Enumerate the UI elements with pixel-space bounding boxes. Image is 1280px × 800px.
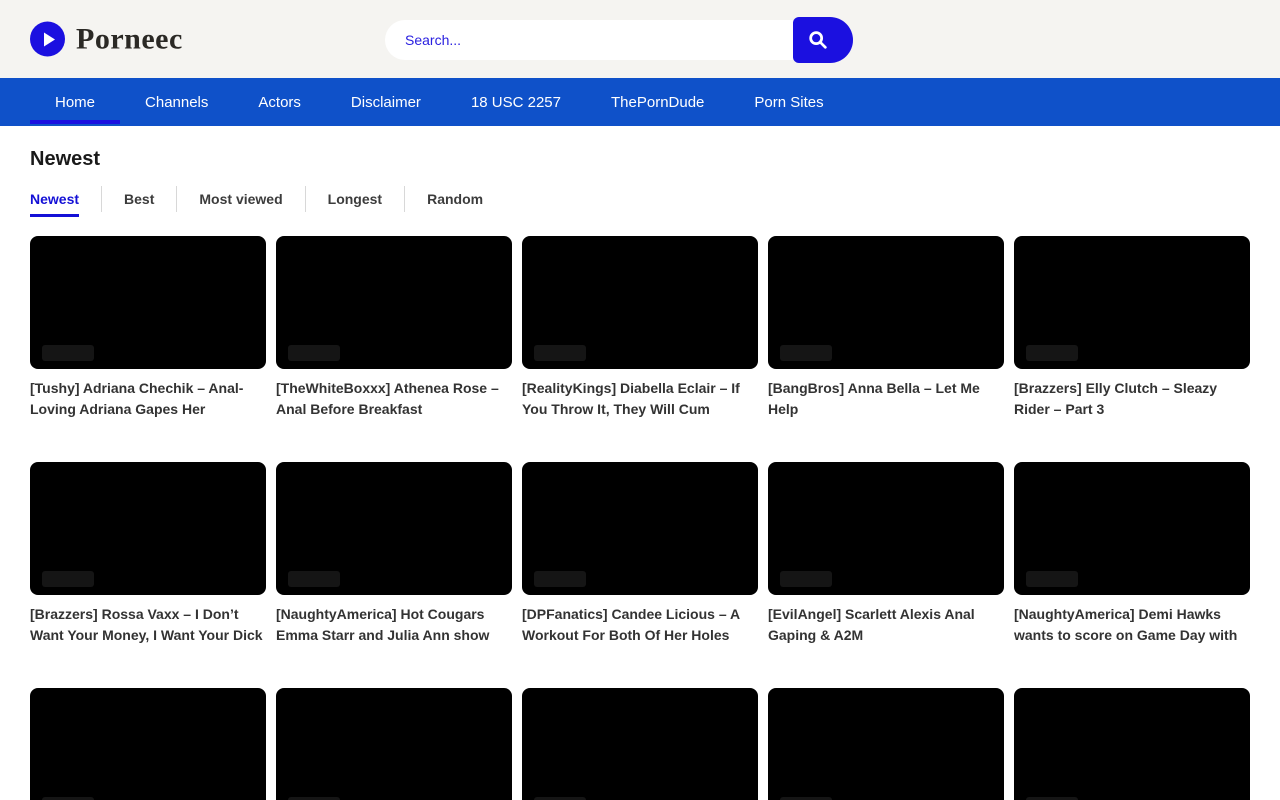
tab-label: Random [427,191,483,208]
video-thumbnail[interactable] [30,462,266,595]
video-card[interactable]: [RealityKings] Diabella Eclair – If You … [522,236,758,420]
main-nav: Home Channels Actors Disclaimer 18 USC 2… [0,78,1280,126]
video-card[interactable]: [Brazzers] Rossa Vaxx – I Don’t Want You… [30,462,266,646]
nav-item-porn-sites[interactable]: Porn Sites [729,78,848,126]
nav-item-18-usc-2257[interactable]: 18 USC 2257 [446,78,586,126]
video-thumbnail[interactable] [276,462,512,595]
tab-label: Newest [30,191,79,217]
video-card[interactable]: [EvilAngel] Scarlett Alexis Anal Gaping … [768,462,1004,646]
duration-badge [534,345,586,361]
video-title[interactable]: [Brazzers] Elly Clutch – Sleazy Rider – … [1014,378,1250,420]
video-card[interactable]: [DPFanatics] Candee Licious – A Workout … [522,462,758,646]
search-button[interactable] [793,17,853,63]
video-thumbnail[interactable] [276,688,512,800]
video-title[interactable]: [TheWhiteBoxxx] Athenea Rose – Anal Befo… [276,378,512,420]
video-card[interactable] [30,688,266,800]
tab-random[interactable]: Random [404,186,505,212]
video-thumbnail[interactable] [30,236,266,369]
page-title: Newest [30,148,1250,171]
duration-badge [1026,571,1078,587]
main-content: Newest Newest Best Most viewed Longest R… [0,148,1280,800]
duration-badge [288,571,340,587]
video-title[interactable]: [DPFanatics] Candee Licious – A Workout … [522,604,758,646]
video-title[interactable]: [BangBros] Anna Bella – Let Me Help [768,378,1004,420]
tab-best[interactable]: Best [101,186,176,212]
brand-logo[interactable]: Porneec [30,22,183,57]
video-thumbnail[interactable] [1014,236,1250,369]
video-thumbnail[interactable] [522,688,758,800]
nav-item-channels[interactable]: Channels [120,78,233,126]
tab-label: Most viewed [199,191,282,208]
video-card[interactable] [522,688,758,800]
video-card[interactable] [1014,688,1250,800]
video-card[interactable] [768,688,1004,800]
tab-newest[interactable]: Newest [30,186,101,212]
nav-item-home[interactable]: Home [30,78,120,126]
nav-item-theporndude[interactable]: ThePornDude [586,78,729,126]
video-grid: [Tushy] Adriana Chechik – Anal-Loving Ad… [30,236,1250,800]
tab-most-viewed[interactable]: Most viewed [176,186,304,212]
video-card[interactable]: [NaughtyAmerica] Demi Hawks wants to sco… [1014,462,1250,646]
video-thumbnail[interactable] [1014,462,1250,595]
search-icon [807,29,829,51]
duration-badge [42,345,94,361]
tab-label: Best [124,191,154,208]
nav-item-actors[interactable]: Actors [233,78,326,126]
duration-badge [288,345,340,361]
video-card[interactable]: [BangBros] Anna Bella – Let Me Help [768,236,1004,420]
video-title[interactable]: [RealityKings] Diabella Eclair – If You … [522,378,758,420]
video-thumbnail[interactable] [768,236,1004,369]
brand-name: Porneec [76,22,183,56]
video-card[interactable]: [TheWhiteBoxxx] Athenea Rose – Anal Befo… [276,236,512,420]
video-title[interactable]: [EvilAngel] Scarlett Alexis Anal Gaping … [768,604,1004,646]
play-icon [30,22,65,57]
video-thumbnail[interactable] [1014,688,1250,800]
duration-badge [534,571,586,587]
video-thumbnail[interactable] [768,462,1004,595]
tab-label: Longest [328,191,382,208]
search-input[interactable] [385,20,793,60]
video-card[interactable]: [Tushy] Adriana Chechik – Anal-Loving Ad… [30,236,266,420]
tab-longest[interactable]: Longest [305,186,404,212]
search-bar [385,17,853,63]
video-title[interactable]: [Brazzers] Rossa Vaxx – I Don’t Want You… [30,604,266,646]
site-header: Porneec [0,0,1280,78]
sort-tabs: Newest Best Most viewed Longest Random [30,186,1250,212]
duration-badge [780,345,832,361]
video-thumbnail[interactable] [30,688,266,800]
video-title[interactable]: [NaughtyAmerica] Demi Hawks wants to sco… [1014,604,1250,646]
video-thumbnail[interactable] [522,462,758,595]
video-title[interactable]: [NaughtyAmerica] Hot Cougars Emma Starr … [276,604,512,646]
duration-badge [1026,345,1078,361]
video-card[interactable]: [NaughtyAmerica] Hot Cougars Emma Starr … [276,462,512,646]
video-thumbnail[interactable] [522,236,758,369]
video-title[interactable]: [Tushy] Adriana Chechik – Anal-Loving Ad… [30,378,266,420]
video-thumbnail[interactable] [768,688,1004,800]
duration-badge [42,571,94,587]
video-card[interactable]: [Brazzers] Elly Clutch – Sleazy Rider – … [1014,236,1250,420]
duration-badge [780,571,832,587]
video-card[interactable] [276,688,512,800]
video-thumbnail[interactable] [276,236,512,369]
nav-item-disclaimer[interactable]: Disclaimer [326,78,446,126]
